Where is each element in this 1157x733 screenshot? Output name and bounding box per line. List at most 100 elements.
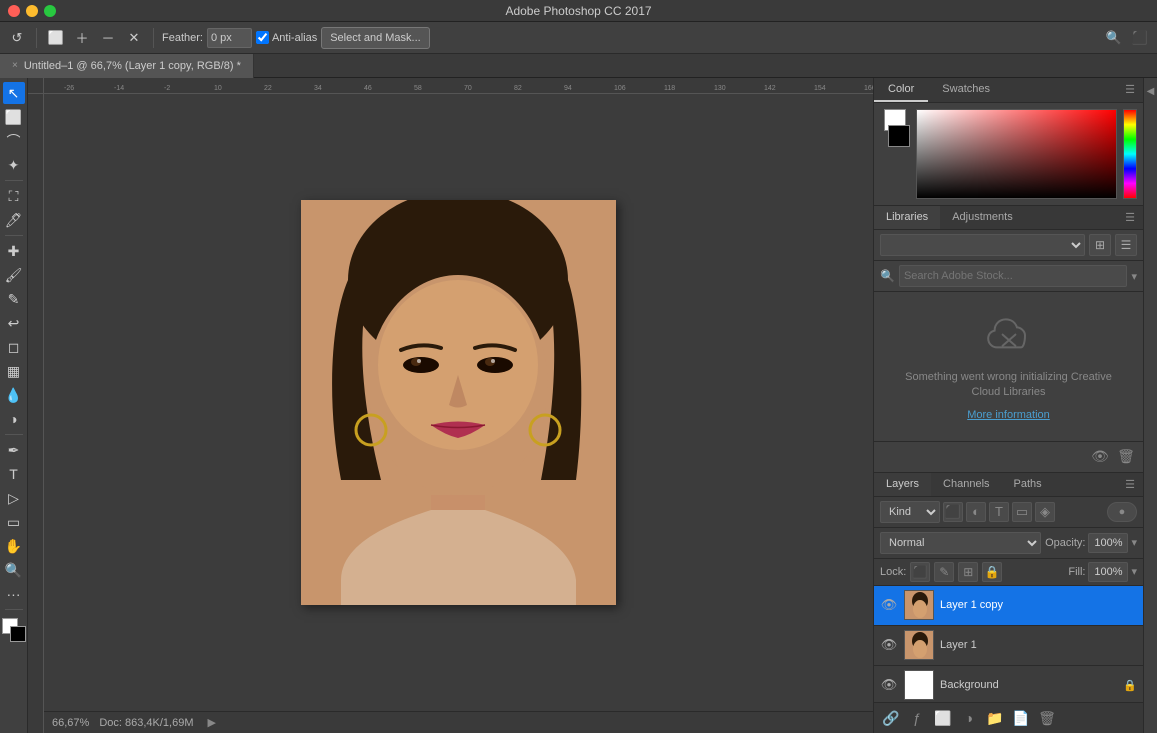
tab-color[interactable]: Color xyxy=(874,78,928,102)
healing-tool[interactable]: ✚ xyxy=(3,240,25,262)
adjustment-filter-icon[interactable]: ◐ xyxy=(966,502,986,522)
color-panel-menu[interactable]: ☰ xyxy=(1117,78,1143,102)
layer-visibility-background[interactable]: 👁 xyxy=(880,676,898,694)
eraser-tool[interactable]: ◻ xyxy=(3,336,25,358)
eyedropper-tool[interactable]: 🖊 xyxy=(3,209,25,231)
history-icon[interactable]: ↺ xyxy=(6,27,28,49)
color-hue-bar[interactable] xyxy=(1123,109,1137,199)
fill-input[interactable] xyxy=(1088,562,1128,582)
path-select-tool[interactable]: ▷ xyxy=(3,487,25,509)
rect-marquee-icon[interactable]: ⬜ xyxy=(45,27,67,49)
add-style-icon[interactable]: ƒ xyxy=(906,707,928,729)
search-dropdown-icon[interactable]: ▾ xyxy=(1131,270,1137,283)
svg-text:166: 166 xyxy=(864,85,873,92)
grid-view-icon[interactable]: ⊞ xyxy=(1089,234,1111,256)
brush-tool[interactable]: 🖌 xyxy=(3,264,25,286)
window-arrange-icon[interactable]: ⬛ xyxy=(1129,27,1151,49)
history-brush-tool[interactable]: ↩ xyxy=(3,312,25,334)
layers-blend-row: Normal Opacity: ▾ xyxy=(874,528,1143,559)
kind-filter-dropdown[interactable]: Kind xyxy=(880,501,940,523)
lock-all-icon[interactable]: 🔒 xyxy=(982,562,1002,582)
toggle-filter-icon[interactable]: ● xyxy=(1107,502,1137,522)
lasso-tool[interactable]: ⌒ xyxy=(3,130,25,152)
minimize-button[interactable] xyxy=(26,5,38,17)
layer-visibility-layer-1[interactable]: 👁 xyxy=(880,636,898,654)
tab-layers[interactable]: Layers xyxy=(874,473,931,496)
svg-text:82: 82 xyxy=(514,85,522,92)
select-mask-button[interactable]: Select and Mask... xyxy=(321,27,430,49)
blend-mode-dropdown[interactable]: Normal xyxy=(880,532,1041,554)
dodge-tool[interactable]: ◑ xyxy=(3,408,25,430)
shape-filter-icon[interactable]: ▭ xyxy=(1012,502,1032,522)
tab-swatches[interactable]: Swatches xyxy=(928,78,1004,102)
smart-filter-icon[interactable]: ◈ xyxy=(1035,502,1055,522)
pixel-filter-icon[interactable]: ⬛ xyxy=(943,502,963,522)
add-group-icon[interactable]: 📁 xyxy=(984,707,1006,729)
zoom-tool[interactable]: 🔍 xyxy=(3,559,25,581)
hand-tool[interactable]: ✋ xyxy=(3,535,25,557)
crop-tool[interactable]: ⛶ xyxy=(3,185,25,207)
layer-lock-icon-background: 🔒 xyxy=(1123,679,1137,692)
anti-alias-check-input[interactable] xyxy=(256,31,269,44)
libraries-dropdown[interactable] xyxy=(880,234,1085,256)
tab-adjustments[interactable]: Adjustments xyxy=(940,206,1025,229)
more-info-link[interactable]: More information xyxy=(967,409,1050,421)
color-spectrum[interactable] xyxy=(916,109,1117,199)
move-tool[interactable]: ↖ xyxy=(3,82,25,104)
maximize-button[interactable] xyxy=(44,5,56,17)
layer-item-layer-1[interactable]: 👁 Layer 1 xyxy=(874,626,1143,666)
svg-text:106: 106 xyxy=(614,85,626,92)
pen-tool[interactable]: ✒ xyxy=(3,439,25,461)
delete-layer-icon[interactable]: 🗑 xyxy=(1036,707,1058,729)
add-adjustment-icon[interactable]: ◑ xyxy=(958,707,980,729)
color-panel-tabs: Color Swatches ☰ xyxy=(874,78,1143,103)
lock-artboard-icon[interactable]: ⊞ xyxy=(958,562,978,582)
quick-select-tool[interactable]: ✦ xyxy=(3,154,25,176)
gradient-tool[interactable]: ▦ xyxy=(3,360,25,382)
opacity-chevron[interactable]: ▾ xyxy=(1131,536,1137,549)
add-icon[interactable]: ＋ xyxy=(71,27,93,49)
opacity-input[interactable] xyxy=(1088,533,1128,553)
libraries-footer: 👁 🗑 xyxy=(874,441,1143,472)
background-color[interactable] xyxy=(10,626,26,642)
shape-tool[interactable]: ▭ xyxy=(3,511,25,533)
libraries-search-input[interactable] xyxy=(899,265,1128,287)
blur-tool[interactable]: 💧 xyxy=(3,384,25,406)
tab-close-btn[interactable]: × xyxy=(12,60,18,71)
clone-tool[interactable]: ✎ xyxy=(3,288,25,310)
statusbar-arrow[interactable]: ▶ xyxy=(207,716,215,729)
marquee-tool[interactable]: ⬜ xyxy=(3,106,25,128)
tab-paths[interactable]: Paths xyxy=(1002,473,1054,496)
layer-item-layer-1-copy[interactable]: 👁 Layer 1 copy xyxy=(874,586,1143,626)
libraries-toolbar: ⊞ ☰ xyxy=(874,230,1143,261)
type-filter-icon[interactable]: T xyxy=(989,502,1009,522)
feather-input[interactable] xyxy=(207,28,252,48)
tab-channels[interactable]: Channels xyxy=(931,473,1001,496)
intersect-icon[interactable]: ✕ xyxy=(123,27,145,49)
add-layer-icon[interactable]: 📄 xyxy=(1010,707,1032,729)
layer-visibility-layer-1-copy[interactable]: 👁 xyxy=(880,596,898,614)
link-layers-icon[interactable]: 🔗 xyxy=(880,707,902,729)
layers-menu-icon[interactable]: ☰ xyxy=(1117,473,1143,496)
list-view-icon[interactable]: ☰ xyxy=(1115,234,1137,256)
lock-pixels-icon[interactable]: ⬛ xyxy=(910,562,930,582)
type-tool[interactable]: T xyxy=(3,463,25,485)
color-picker-area xyxy=(874,103,1143,205)
background-swatch[interactable] xyxy=(888,125,910,147)
document-tab[interactable]: × Untitled–1 @ 66,7% (Layer 1 copy, RGB/… xyxy=(0,54,254,78)
eye-icon[interactable]: 👁 xyxy=(1089,446,1111,468)
trash-icon[interactable]: 🗑 xyxy=(1115,446,1137,468)
fill-chevron[interactable]: ▾ xyxy=(1131,565,1137,578)
close-button[interactable] xyxy=(8,5,20,17)
lock-position-icon[interactable]: ✎ xyxy=(934,562,954,582)
collapse-icon[interactable]: ◀ xyxy=(1147,86,1155,97)
add-mask-icon[interactable]: ⬜ xyxy=(932,707,954,729)
subtract-icon[interactable]: － xyxy=(97,27,119,49)
libraries-panel-menu[interactable]: ☰ xyxy=(1117,206,1143,229)
anti-alias-checkbox[interactable]: Anti-alias xyxy=(256,31,317,44)
canvas-image[interactable] xyxy=(301,200,616,605)
layer-item-background[interactable]: 👁 Background 🔒 xyxy=(874,666,1143,702)
extra-tools[interactable]: ··· xyxy=(3,583,25,605)
search-icon[interactable]: 🔍 xyxy=(1103,27,1125,49)
tab-libraries[interactable]: Libraries xyxy=(874,206,940,229)
